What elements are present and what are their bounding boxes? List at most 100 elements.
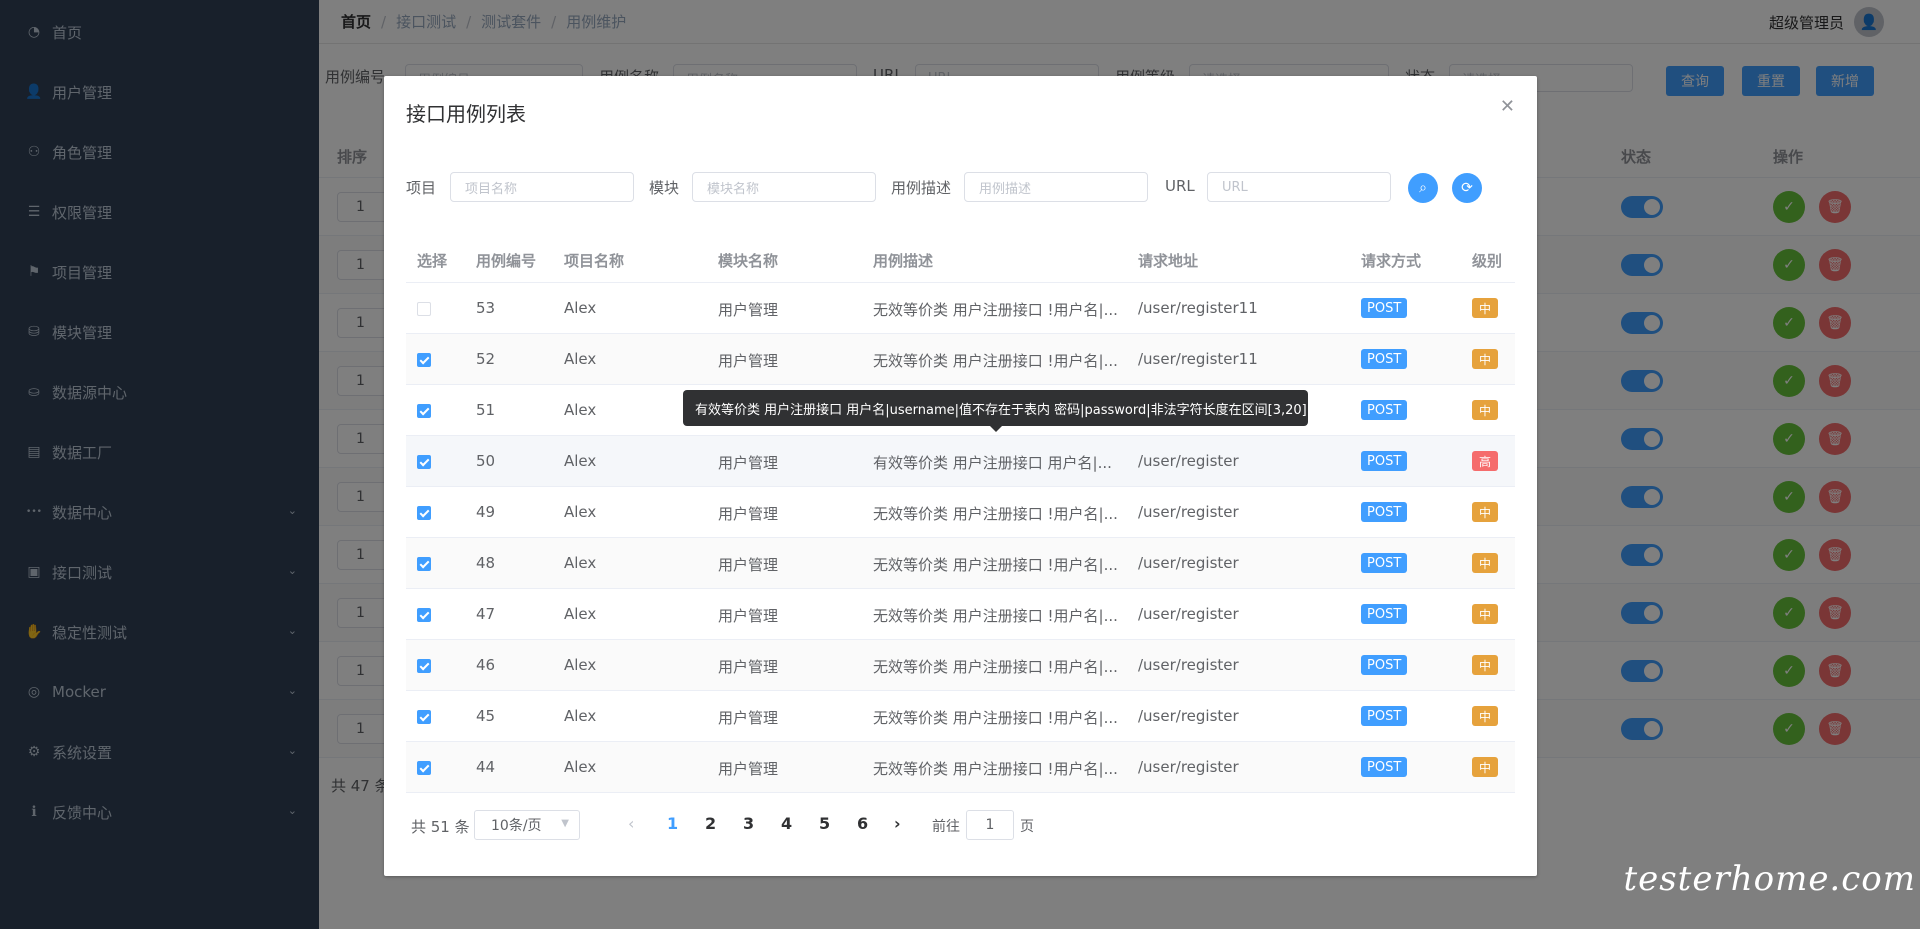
- page-6[interactable]: 6: [857, 814, 868, 833]
- level-tag: 中: [1472, 502, 1498, 522]
- search-label-url: URL: [1165, 177, 1195, 195]
- goto-label: 前往: [932, 819, 960, 835]
- page-size-select[interactable]: 10条/页 ▼: [474, 810, 580, 840]
- row-checkbox[interactable]: [417, 506, 431, 520]
- case-desc[interactable]: 无效等价类 用户注册接口 !用户名|...: [873, 605, 1118, 626]
- table-row[interactable]: 47 Alex 用户管理 无效等价类 用户注册接口 !用户名|... /user/reg…: [406, 589, 1515, 640]
- case-desc[interactable]: 有效等价类 用户注册接口 用户名|...: [873, 452, 1112, 473]
- table-row[interactable]: 46 Alex 用户管理 无效等价类 用户注册接口 !用户名|... /user/reg…: [406, 640, 1515, 691]
- search-label-module: 模块: [649, 179, 680, 197]
- project-name: Alex: [564, 452, 597, 470]
- row-checkbox[interactable]: [417, 761, 431, 775]
- level-tag: 中: [1472, 655, 1498, 675]
- table-row[interactable]: 53 Alex 用户管理 无效等价类 用户注册接口 !用户名|... /user/reg…: [406, 283, 1515, 334]
- case-list-dialog: 接口用例列表 ✕ 项目 项目名称 模块 模块名称 用例描述 用例描述 URL U…: [384, 76, 1537, 876]
- pagination-total: 共 51 条: [411, 818, 470, 836]
- module-name: 用户管理: [718, 454, 779, 472]
- module-name: 用户管理: [718, 760, 779, 778]
- case-desc-input[interactable]: 用例描述: [964, 172, 1148, 202]
- row-checkbox[interactable]: [417, 608, 431, 622]
- table-row[interactable]: 52 Alex 用户管理 无效等价类 用户注册接口 !用户名|... /user/reg…: [406, 334, 1515, 385]
- request-url: /user/register: [1138, 656, 1239, 674]
- method-tag: POST: [1361, 604, 1408, 624]
- table-row[interactable]: 44 Alex 用户管理 无效等价类 用户注册接口 !用户名|... /user/reg…: [406, 742, 1515, 793]
- request-url: /user/register: [1138, 605, 1239, 623]
- row-checkbox[interactable]: [417, 710, 431, 724]
- project-name: Alex: [564, 401, 597, 419]
- goto-page-input[interactable]: 1: [966, 810, 1014, 840]
- case-table-header: 选择 用例编号 项目名称 模块名称 用例描述 请求地址 请求方式 级别: [406, 236, 1515, 283]
- page-2[interactable]: 2: [705, 814, 716, 833]
- table-row[interactable]: 50 Alex 用户管理 有效等价类 用户注册接口 用户名|... /user/regi…: [406, 436, 1515, 487]
- row-checkbox[interactable]: [417, 455, 431, 469]
- case-desc[interactable]: 无效等价类 用户注册接口 !用户名|...: [873, 503, 1118, 524]
- method-tag: POST: [1361, 757, 1408, 777]
- case-desc[interactable]: 无效等价类 用户注册接口 !用户名|...: [873, 554, 1118, 575]
- page-1[interactable]: 1: [667, 814, 678, 833]
- prev-page-icon[interactable]: ‹: [628, 814, 634, 833]
- request-url: /user/register: [1138, 554, 1239, 572]
- method-tag: POST: [1361, 451, 1408, 471]
- table-row[interactable]: 45 Alex 用户管理 无效等价类 用户注册接口 !用户名|... /user/reg…: [406, 691, 1515, 742]
- method-tag: POST: [1361, 502, 1408, 522]
- case-desc[interactable]: 无效等价类 用户注册接口 !用户名|...: [873, 350, 1118, 371]
- table-row[interactable]: 49 Alex 用户管理 无效等价类 用户注册接口 !用户名|... /user/reg…: [406, 487, 1515, 538]
- case-id: 53: [476, 299, 496, 317]
- search-icon[interactable]: ⌕: [1408, 173, 1438, 203]
- row-checkbox[interactable]: [417, 659, 431, 673]
- project-name: Alex: [564, 707, 597, 725]
- case-desc[interactable]: 无效等价类 用户注册接口 !用户名|...: [873, 707, 1118, 728]
- page-suffix: 页: [1020, 819, 1034, 835]
- case-desc[interactable]: 无效等价类 用户注册接口 !用户名|...: [873, 758, 1118, 779]
- project-name: Alex: [564, 758, 597, 776]
- case-id: 44: [476, 758, 496, 776]
- table-row[interactable]: 48 Alex 用户管理 无效等价类 用户注册接口 !用户名|... /user/reg…: [406, 538, 1515, 589]
- level-tag: 中: [1472, 298, 1498, 318]
- project-name: Alex: [564, 605, 597, 623]
- row-checkbox[interactable]: [417, 302, 431, 316]
- module-name-input[interactable]: 模块名称: [692, 172, 876, 202]
- module-name: 用户管理: [718, 709, 779, 727]
- row-checkbox[interactable]: [417, 557, 431, 571]
- next-page-icon[interactable]: ›: [894, 814, 901, 833]
- module-name: 用户管理: [718, 352, 779, 370]
- close-icon[interactable]: ✕: [1500, 96, 1515, 117]
- project-name: Alex: [564, 554, 597, 572]
- refresh-icon[interactable]: ⟳: [1452, 173, 1482, 203]
- col-project: 项目名称: [564, 252, 625, 270]
- module-name: 用户管理: [718, 505, 779, 523]
- request-url: /user/register11: [1138, 350, 1258, 368]
- method-tag: POST: [1361, 553, 1408, 573]
- col-method: 请求方式: [1361, 252, 1422, 270]
- row-checkbox[interactable]: [417, 404, 431, 418]
- chevron-down-icon: ▼: [561, 818, 569, 829]
- case-id: 50: [476, 452, 496, 470]
- method-tag: POST: [1361, 655, 1408, 675]
- method-tag: POST: [1361, 400, 1408, 420]
- search-label-desc: 用例描述: [891, 179, 952, 197]
- level-tag: 中: [1472, 553, 1498, 573]
- case-desc[interactable]: 无效等价类 用户注册接口 !用户名|...: [873, 656, 1118, 677]
- url-input[interactable]: URL: [1207, 172, 1391, 202]
- col-level: 级别: [1472, 252, 1503, 270]
- project-name: Alex: [564, 299, 597, 317]
- case-id: 48: [476, 554, 496, 572]
- case-id: 46: [476, 656, 496, 674]
- level-tag: 中: [1472, 400, 1498, 420]
- project-name-input[interactable]: 项目名称: [450, 172, 634, 202]
- level-tag: 高: [1472, 451, 1498, 471]
- request-url: /user/register: [1138, 503, 1239, 521]
- row-checkbox[interactable]: [417, 353, 431, 367]
- case-id: 45: [476, 707, 496, 725]
- case-desc[interactable]: 无效等价类 用户注册接口 !用户名|...: [873, 299, 1118, 320]
- method-tag: POST: [1361, 349, 1408, 369]
- page-4[interactable]: 4: [781, 814, 792, 833]
- module-name: 用户管理: [718, 301, 779, 319]
- level-tag: 中: [1472, 757, 1498, 777]
- project-name: Alex: [564, 503, 597, 521]
- request-url: /user/register: [1138, 707, 1239, 725]
- project-name: Alex: [564, 350, 597, 368]
- case-id: 51: [476, 401, 496, 419]
- page-3[interactable]: 3: [743, 814, 754, 833]
- page-5[interactable]: 5: [819, 814, 830, 833]
